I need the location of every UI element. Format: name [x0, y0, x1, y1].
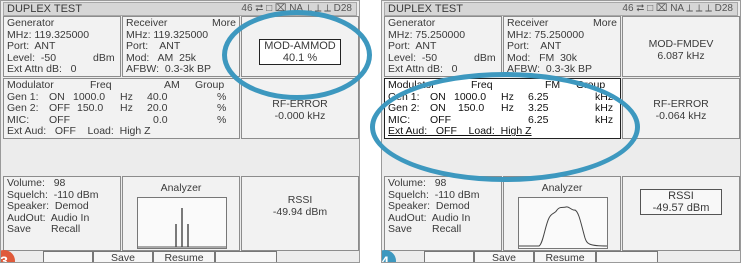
receiver-panel[interactable]: Receiver More MHz: 119.325000 Port: ANT M…: [122, 16, 240, 77]
mod-meter-box: MOD-AMMOD 40.1 %: [259, 39, 341, 65]
analyzer-panel[interactable]: Analyzer: [503, 176, 621, 251]
softkey-resume[interactable]: Resume: [534, 251, 596, 262]
softkey-resume[interactable]: Resume: [153, 251, 215, 262]
ext-audio-row[interactable]: Ext Aud: OFF Load: High Z: [7, 126, 236, 138]
generator-ext-attn: Ext Attn dB: 0: [388, 63, 458, 76]
duplex-test-screen-fm: DUPLEX TEST 46 ⮂ □ ⌧ NA ⊥ ⊥ ⊥ D28 Genera…: [381, 0, 741, 263]
mod-meter-value: 6.087 kHz: [657, 49, 705, 62]
save-label[interactable]: Save: [388, 224, 412, 236]
screen-title: DUPLEX TEST: [7, 3, 82, 15]
mic-level: 0.0: [153, 113, 168, 126]
modulator-panel[interactable]: Modulator Freq FM Group Gen 1: ON 1000.0…: [384, 78, 621, 139]
receiver-heading: Receiver: [126, 17, 168, 29]
gen2-freq: 150.0: [458, 102, 485, 115]
softkey-blank-2[interactable]: [596, 251, 658, 262]
generator-ext-attn: Ext Attn dB: 0: [7, 63, 77, 76]
softkey-save-label: Save: [111, 252, 135, 263]
softkey-save[interactable]: Save: [474, 251, 534, 262]
mic-level-unit: kHz: [595, 113, 614, 126]
softkey-save[interactable]: Save: [93, 251, 153, 262]
softkey-blank-1[interactable]: [424, 251, 474, 262]
analyzer-panel[interactable]: Analyzer: [122, 176, 240, 251]
modulator-mode-heading: AM: [164, 79, 180, 91]
generator-level-unit: dBm: [474, 51, 496, 64]
volume-setting: Volume: 98: [388, 177, 447, 189]
save-label[interactable]: Save: [7, 224, 31, 236]
meter-panel[interactable]: MOD-AMMOD 40.1 %: [241, 16, 359, 77]
mod-meter-label: MOD-FMDEV: [648, 38, 714, 50]
recall-label[interactable]: Recall: [432, 224, 461, 236]
modulator-freq-heading: Freq: [90, 79, 112, 91]
modulator-panel[interactable]: Modulator Freq AM Group Gen 1: ON 1000.0…: [3, 78, 240, 139]
receiver-afbw: AFBW: 0.3-3k BP: [507, 63, 592, 76]
rssi-panel[interactable]: RSSI -49.94 dBm: [241, 176, 359, 251]
gen2-freq-unit: Hz: [120, 102, 133, 115]
softkey-bar: Save Resume: [3, 250, 357, 262]
softkey-resume-label: Resume: [164, 252, 204, 263]
rf-error-panel[interactable]: RF-ERROR -0.000 kHz: [241, 78, 359, 139]
rf-error-label: RF-ERROR: [653, 98, 709, 110]
receiver-afbw: AFBW: 0.3-3k BP: [126, 63, 211, 76]
softkey-bar: Save Resume: [384, 250, 738, 262]
volume-setting: Volume: 98: [7, 177, 66, 189]
rssi-value: -49.94 dBm: [272, 205, 328, 218]
audio-panel[interactable]: Volume: 98 Squelch: -110 dBm Speaker: De…: [384, 176, 502, 251]
gen2-row[interactable]: Gen 2: OFF 150.0 Hz 20.0 %: [7, 103, 236, 115]
receiver-more[interactable]: More: [212, 17, 236, 30]
rf-error-label: RF-ERROR: [272, 98, 328, 110]
analyzer-label: Analyzer: [160, 182, 202, 194]
modulator-mode-heading: FM: [545, 79, 561, 91]
rssi-box: RSSI -49.57 dBm: [640, 189, 722, 215]
audio-panel[interactable]: Volume: 98 Squelch: -110 dBm Speaker: De…: [3, 176, 121, 251]
ext-audio-row[interactable]: Ext Aud: OFF Load: High Z: [388, 126, 617, 138]
rssi-label: RSSI: [668, 190, 694, 202]
softkey-save-label: Save: [492, 252, 516, 263]
mod-meter-label: MOD-AMMOD: [264, 40, 336, 52]
rf-error-value: -0.064 kHz: [655, 109, 707, 122]
callout-number: 3: [0, 253, 8, 263]
recall-label[interactable]: Recall: [51, 224, 80, 236]
rf-error-panel[interactable]: RF-ERROR -0.064 kHz: [622, 78, 740, 139]
duplex-test-screen-am: DUPLEX TEST 46 ⮂ □ ⌧ NA ⊥ ⊥ ⊥ D28 Genera…: [0, 0, 360, 263]
mod-meter-value: 40.1 %: [282, 52, 318, 64]
generator-level-unit: dBm: [93, 51, 115, 64]
modulator-group-heading: Group: [195, 79, 225, 91]
gen2-row[interactable]: Gen 2: ON 150.0 Hz 3.25 kHz: [388, 103, 617, 115]
rssi-panel[interactable]: RSSI -49.57 dBm: [622, 176, 740, 251]
receiver-panel[interactable]: Receiver More MHz: 75.250000 Port: ANT Mo…: [503, 16, 621, 77]
gen2-freq: 150.0: [77, 102, 104, 115]
modulator-heading: Modulator: [7, 79, 54, 91]
softkey-blank-2[interactable]: [215, 251, 277, 262]
analyzer-trace: [138, 208, 226, 248]
generator-panel[interactable]: Generator MHz: 119.325000 Port: ANT Leve…: [3, 16, 121, 77]
modulator-heading: Modulator: [388, 79, 435, 91]
rf-error-value: -0.000 kHz: [274, 109, 326, 122]
generator-heading: Generator: [388, 17, 436, 29]
analyzer-label: Analyzer: [541, 182, 583, 194]
meter-panel[interactable]: MOD-FMDEV 6.087 kHz: [622, 16, 740, 77]
softkey-resume-label: Resume: [545, 252, 585, 263]
status-icons: 46 ⮂ □ ⌧ NA ⊥ ⊥ ⊥ D28: [241, 3, 352, 14]
analyzer-trace: [519, 206, 608, 247]
title-bar: DUPLEX TEST 46 ⮂ □ ⌧ NA ⊥ ⊥ ⊥ D28: [384, 2, 738, 16]
callout-number: 4: [381, 253, 389, 263]
blank-panel: [3, 140, 359, 175]
modulator-group-heading: Group: [576, 79, 606, 91]
modulator-freq-heading: Freq: [471, 79, 493, 91]
softkey-blank-1[interactable]: [43, 251, 93, 262]
mic-level-unit: %: [217, 113, 227, 126]
analyzer-display: [518, 197, 608, 249]
gen2-freq-unit: Hz: [501, 102, 514, 115]
status-icons: 46 ⮂ □ ⌧ NA ⊥ ⊥ ⊥ D28: [622, 3, 733, 14]
generator-heading: Generator: [7, 17, 55, 29]
rssi-label: RSSI: [287, 194, 313, 206]
screen-title: DUPLEX TEST: [388, 3, 463, 15]
title-bar: DUPLEX TEST 46 ⮂ □ ⌧ NA ⊥ ⊥ ⊥ D28: [3, 2, 357, 16]
generator-panel[interactable]: Generator MHz: 75.250000 Port: ANT Level…: [384, 16, 502, 77]
receiver-more[interactable]: More: [593, 17, 617, 30]
rssi-value: -49.57 dBm: [652, 202, 710, 214]
analyzer-display: [137, 197, 227, 249]
receiver-heading: Receiver: [507, 17, 549, 29]
